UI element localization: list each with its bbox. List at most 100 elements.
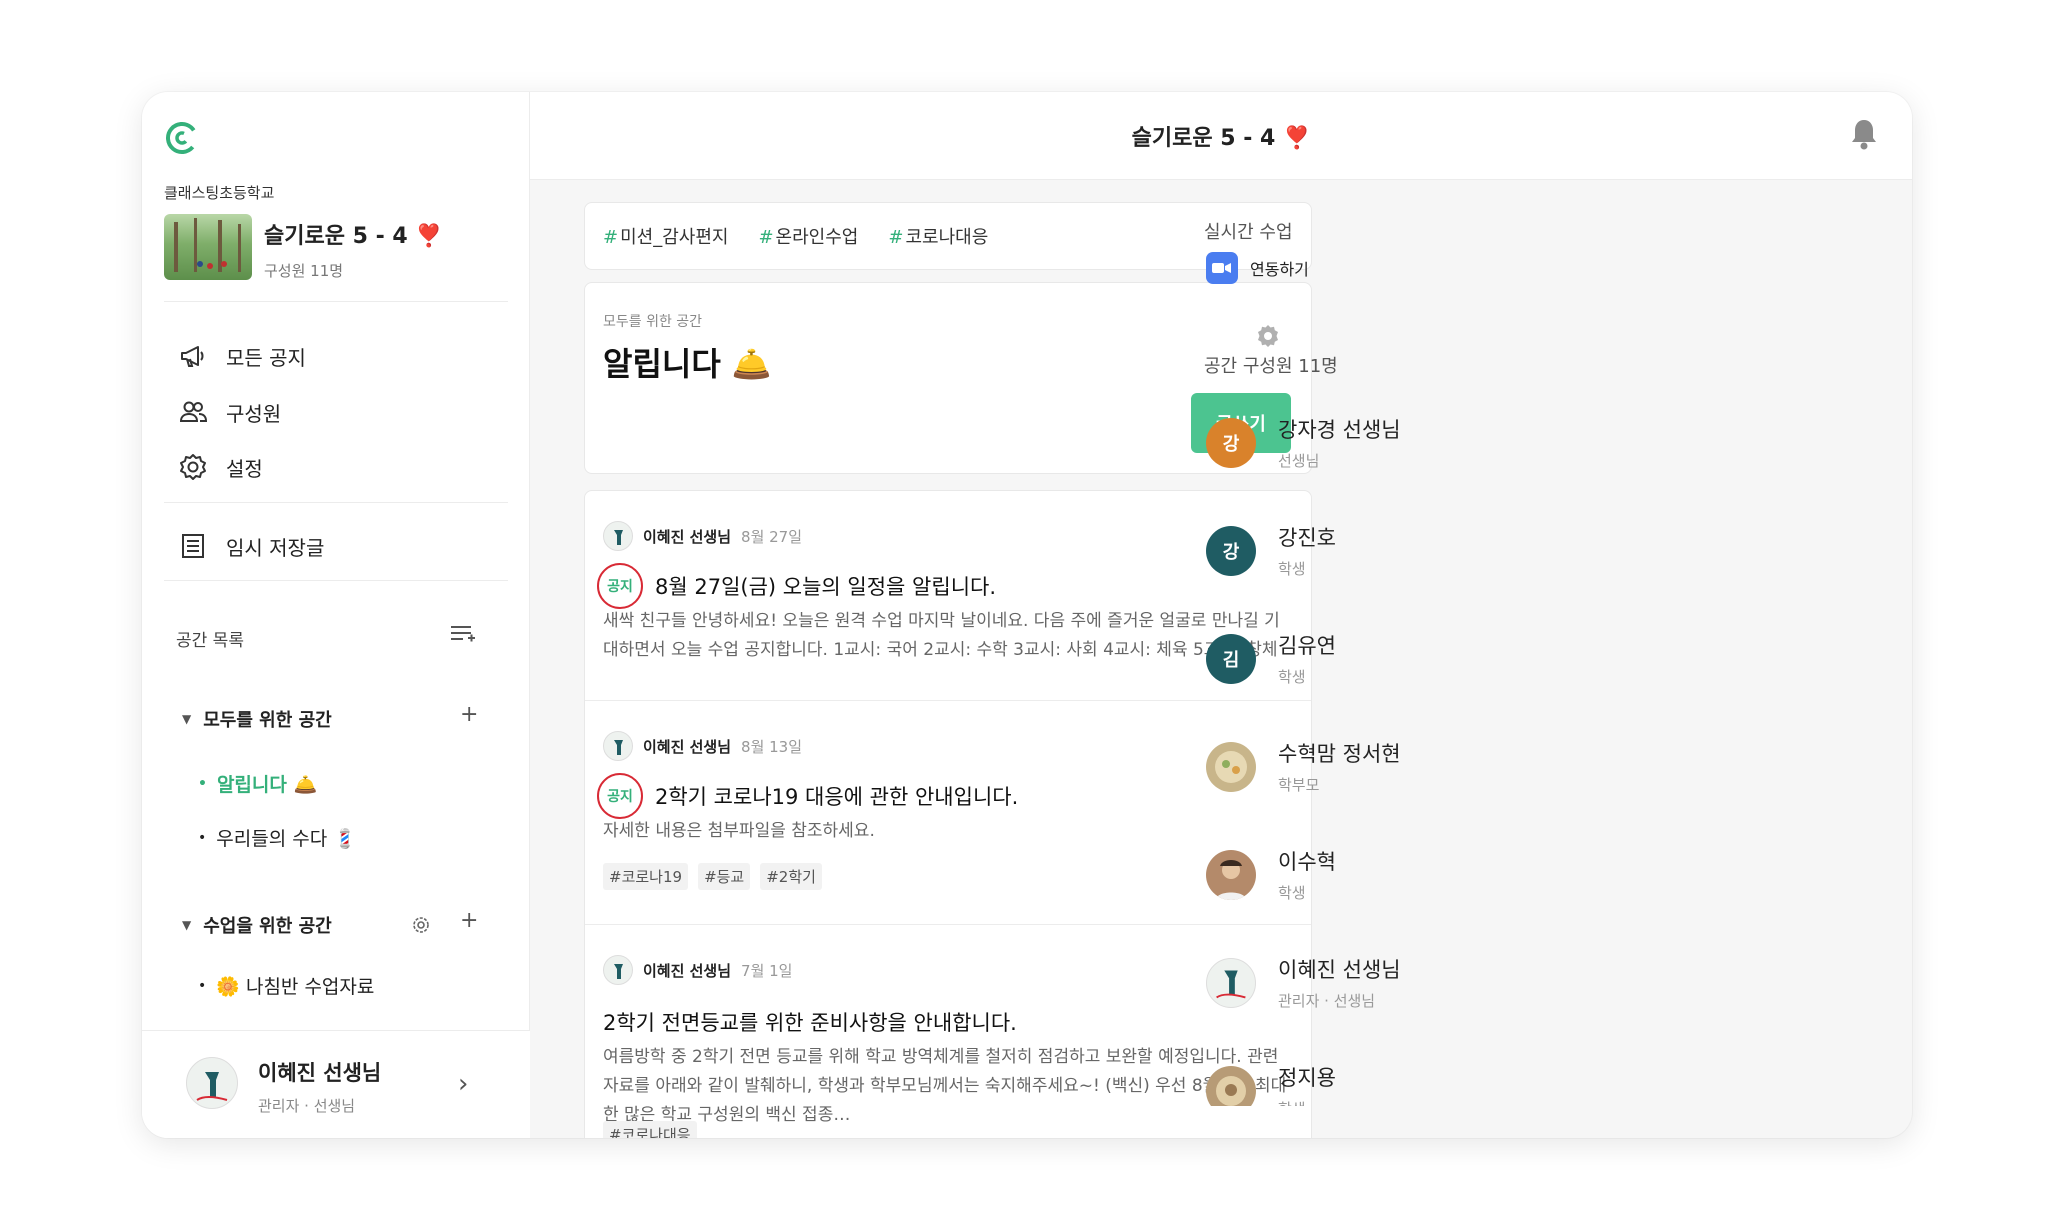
post-author: 이혜진 선생님 (643, 737, 732, 756)
nav-members[interactable]: 구성원 (178, 392, 281, 432)
members-title: 공간 구성원 11명 (1204, 356, 1338, 377)
user-profile[interactable]: 이혜진 선생님 관리자 · 선생님 › (142, 1030, 530, 1138)
hashtag-link[interactable]: # 온라인수업 (758, 223, 858, 249)
member-role: 학생 (1278, 884, 1306, 902)
member-item[interactable]: 정지용 학생 (1206, 1062, 1466, 1106)
divider (164, 301, 508, 302)
document-icon (182, 534, 204, 558)
megaphone-icon (181, 346, 204, 367)
post-tag[interactable]: #등교 (698, 863, 751, 890)
post-tag[interactable]: #코로나19 (603, 863, 689, 890)
zoom-label: 연동하기 (1250, 260, 1309, 279)
video-camera-icon (1206, 252, 1238, 284)
member-role: 학생 (1278, 1098, 1306, 1106)
post-tag[interactable]: #코로나대응 (603, 1121, 697, 1138)
post-tag[interactable]: #2학기 (760, 863, 822, 890)
member-item[interactable]: 이혜진 선생님 관리자 · 선생님 (1206, 954, 1466, 1014)
nav-label: 구성원 (226, 401, 282, 426)
avatar (1206, 1066, 1256, 1106)
nav-settings[interactable]: 설정 (178, 447, 263, 487)
space-group-class[interactable]: ▼ 수업을 위한 공간 (182, 912, 332, 938)
zoom-connect-button[interactable]: 연동하기 (1206, 252, 1309, 284)
caret-down-icon: ▼ (182, 712, 192, 726)
nav-drafts[interactable]: 임시 저장글 (178, 526, 324, 566)
member-item[interactable]: 강 강자경 선생님 선생님 (1206, 414, 1466, 474)
hashtag-link[interactable]: # 코로나대응 (888, 223, 988, 249)
post-meta: 이혜진 선생님 8월 13일 (603, 731, 802, 761)
post-meta: 이혜진 선생님 7월 1일 (603, 955, 793, 985)
post-tags: #코로나19 #등교 #2학기 (603, 863, 822, 890)
app-window: 클래스팅초등학교 슬기로운 5 - 4 ❣️ 구성원 11명 모든 공지 구성원 (142, 92, 1912, 1138)
avatar (1206, 850, 1256, 900)
member-role: 관리자 · 선생님 (1278, 992, 1376, 1010)
post-body: 여름방학 중 2학기 전면 등교를 위해 학교 방역체계를 철저히 점검하고 보… (603, 1047, 1287, 1125)
live-class-title: 실시간 수업 (1204, 222, 1293, 243)
profile-name: 이혜진 선생님 (258, 1061, 382, 1085)
member-item[interactable]: 김 김유연 학생 (1206, 630, 1466, 690)
post-tags: #코로나대응 (603, 1121, 697, 1138)
member-item[interactable]: 수혁맘 정서현 학부모 (1206, 738, 1466, 798)
nav-label: 설정 (226, 456, 263, 481)
avatar (1206, 958, 1256, 1008)
gear-icon (180, 454, 206, 480)
member-item[interactable]: 강 강진호 학생 (1206, 522, 1466, 582)
class-member-count: 구성원 11명 (264, 262, 344, 280)
space-group-everyone[interactable]: ▼ 모두를 위한 공간 (182, 706, 332, 732)
group-label: 모두를 위한 공간 (203, 710, 332, 731)
member-name: 수혁맘 정서현 (1278, 742, 1401, 766)
class-thumbnail[interactable] (164, 214, 252, 280)
bell-icon[interactable] (1846, 116, 1882, 152)
group-label: 수업을 위한 공간 (203, 916, 332, 937)
chevron-right-icon[interactable]: › (458, 1069, 468, 1099)
sidebar: 클래스팅초등학교 슬기로운 5 - 4 ❣️ 구성원 11명 모든 공지 구성원 (142, 92, 530, 1138)
member-role: 학부모 (1278, 776, 1320, 794)
avatar: 김 (1206, 634, 1256, 684)
post-body: 새싹 친구들 안녕하세요! 오늘은 원격 수업 마지막 날이네요. 다음 주에 … (603, 611, 1280, 660)
caret-down-icon: ▼ (182, 918, 192, 932)
page-title: 슬기로운 5 - 4 ❣️ (1131, 126, 1311, 151)
nav-label: 모든 공지 (226, 345, 306, 370)
post-item[interactable]: 이혜진 선생님 7월 1일 2학기 전면등교를 위한 준비사항을 안내합니다. … (585, 925, 1311, 1138)
nav-all-notices[interactable]: 모든 공지 (178, 336, 306, 376)
avatar (603, 731, 633, 761)
post-item[interactable]: 이혜진 선생님 8월 27일 공지 8월 27일(금) 오늘의 일정을 알립니다… (585, 491, 1311, 701)
member-name: 김유연 (1278, 634, 1336, 658)
classting-logo-icon[interactable] (164, 120, 200, 156)
post-body: 자세한 내용은 첨부파일을 참조하세요. (603, 821, 875, 841)
add-space-button[interactable]: + (460, 908, 478, 933)
avatar (1206, 742, 1256, 792)
avatar: 강 (1206, 526, 1256, 576)
member-role: 학생 (1278, 560, 1306, 578)
space-list-title: 공간 목록 (176, 631, 244, 651)
space-label: 우리들의 수다 💈 (216, 828, 357, 850)
post-date: 8월 27일 (741, 527, 803, 546)
space-header: 모두를 위한 공간 알립니다 🛎️ 글쓰기 (584, 282, 1312, 474)
gear-icon[interactable] (1255, 323, 1281, 349)
notice-badge: 공지 (597, 773, 643, 819)
avatar (603, 955, 633, 985)
post-author: 이혜진 선생님 (643, 961, 732, 980)
nav-label: 임시 저장글 (226, 535, 325, 560)
post-list: 이혜진 선생님 8월 27일 공지 8월 27일(금) 오늘의 일정을 알립니다… (584, 490, 1312, 1138)
post-author: 이혜진 선생님 (643, 527, 732, 546)
space-item-chat[interactable]: • 우리들의 수다 💈 (198, 824, 357, 851)
member-name: 이혜진 선생님 (1278, 958, 1401, 982)
gear-icon[interactable] (410, 914, 432, 936)
notice-badge: 공지 (597, 563, 643, 609)
list-settings-icon[interactable] (448, 620, 476, 648)
add-space-button[interactable]: + (460, 702, 478, 727)
space-item-announcements[interactable]: • 알립니다 🛎️ (198, 770, 317, 797)
member-role: 선생님 (1278, 452, 1320, 470)
avatar (603, 521, 633, 551)
member-item[interactable]: 이수혁 학생 (1206, 846, 1466, 906)
space-category: 모두를 위한 공간 (603, 314, 703, 330)
avatar (186, 1057, 238, 1109)
hashtag-link[interactable]: # 미션_감사편지 (603, 223, 728, 249)
post-title-text: 2학기 전면등교를 위한 준비사항을 안내합니다. (603, 1011, 1017, 1035)
class-name: 슬기로운 5 - 4 ❣️ (264, 224, 443, 249)
post-date: 8월 13일 (741, 737, 803, 756)
space-item-compass[interactable]: • 🌼 나침반 수업자료 (198, 972, 374, 999)
profile-role: 관리자 · 선생님 (258, 1097, 356, 1115)
hashtag-bar: # 미션_감사편지 # 온라인수업 # 코로나대응 (584, 202, 1312, 270)
post-item[interactable]: 이혜진 선생님 8월 13일 공지 2학기 코로나19 대응에 관한 안내입니다… (585, 701, 1311, 925)
